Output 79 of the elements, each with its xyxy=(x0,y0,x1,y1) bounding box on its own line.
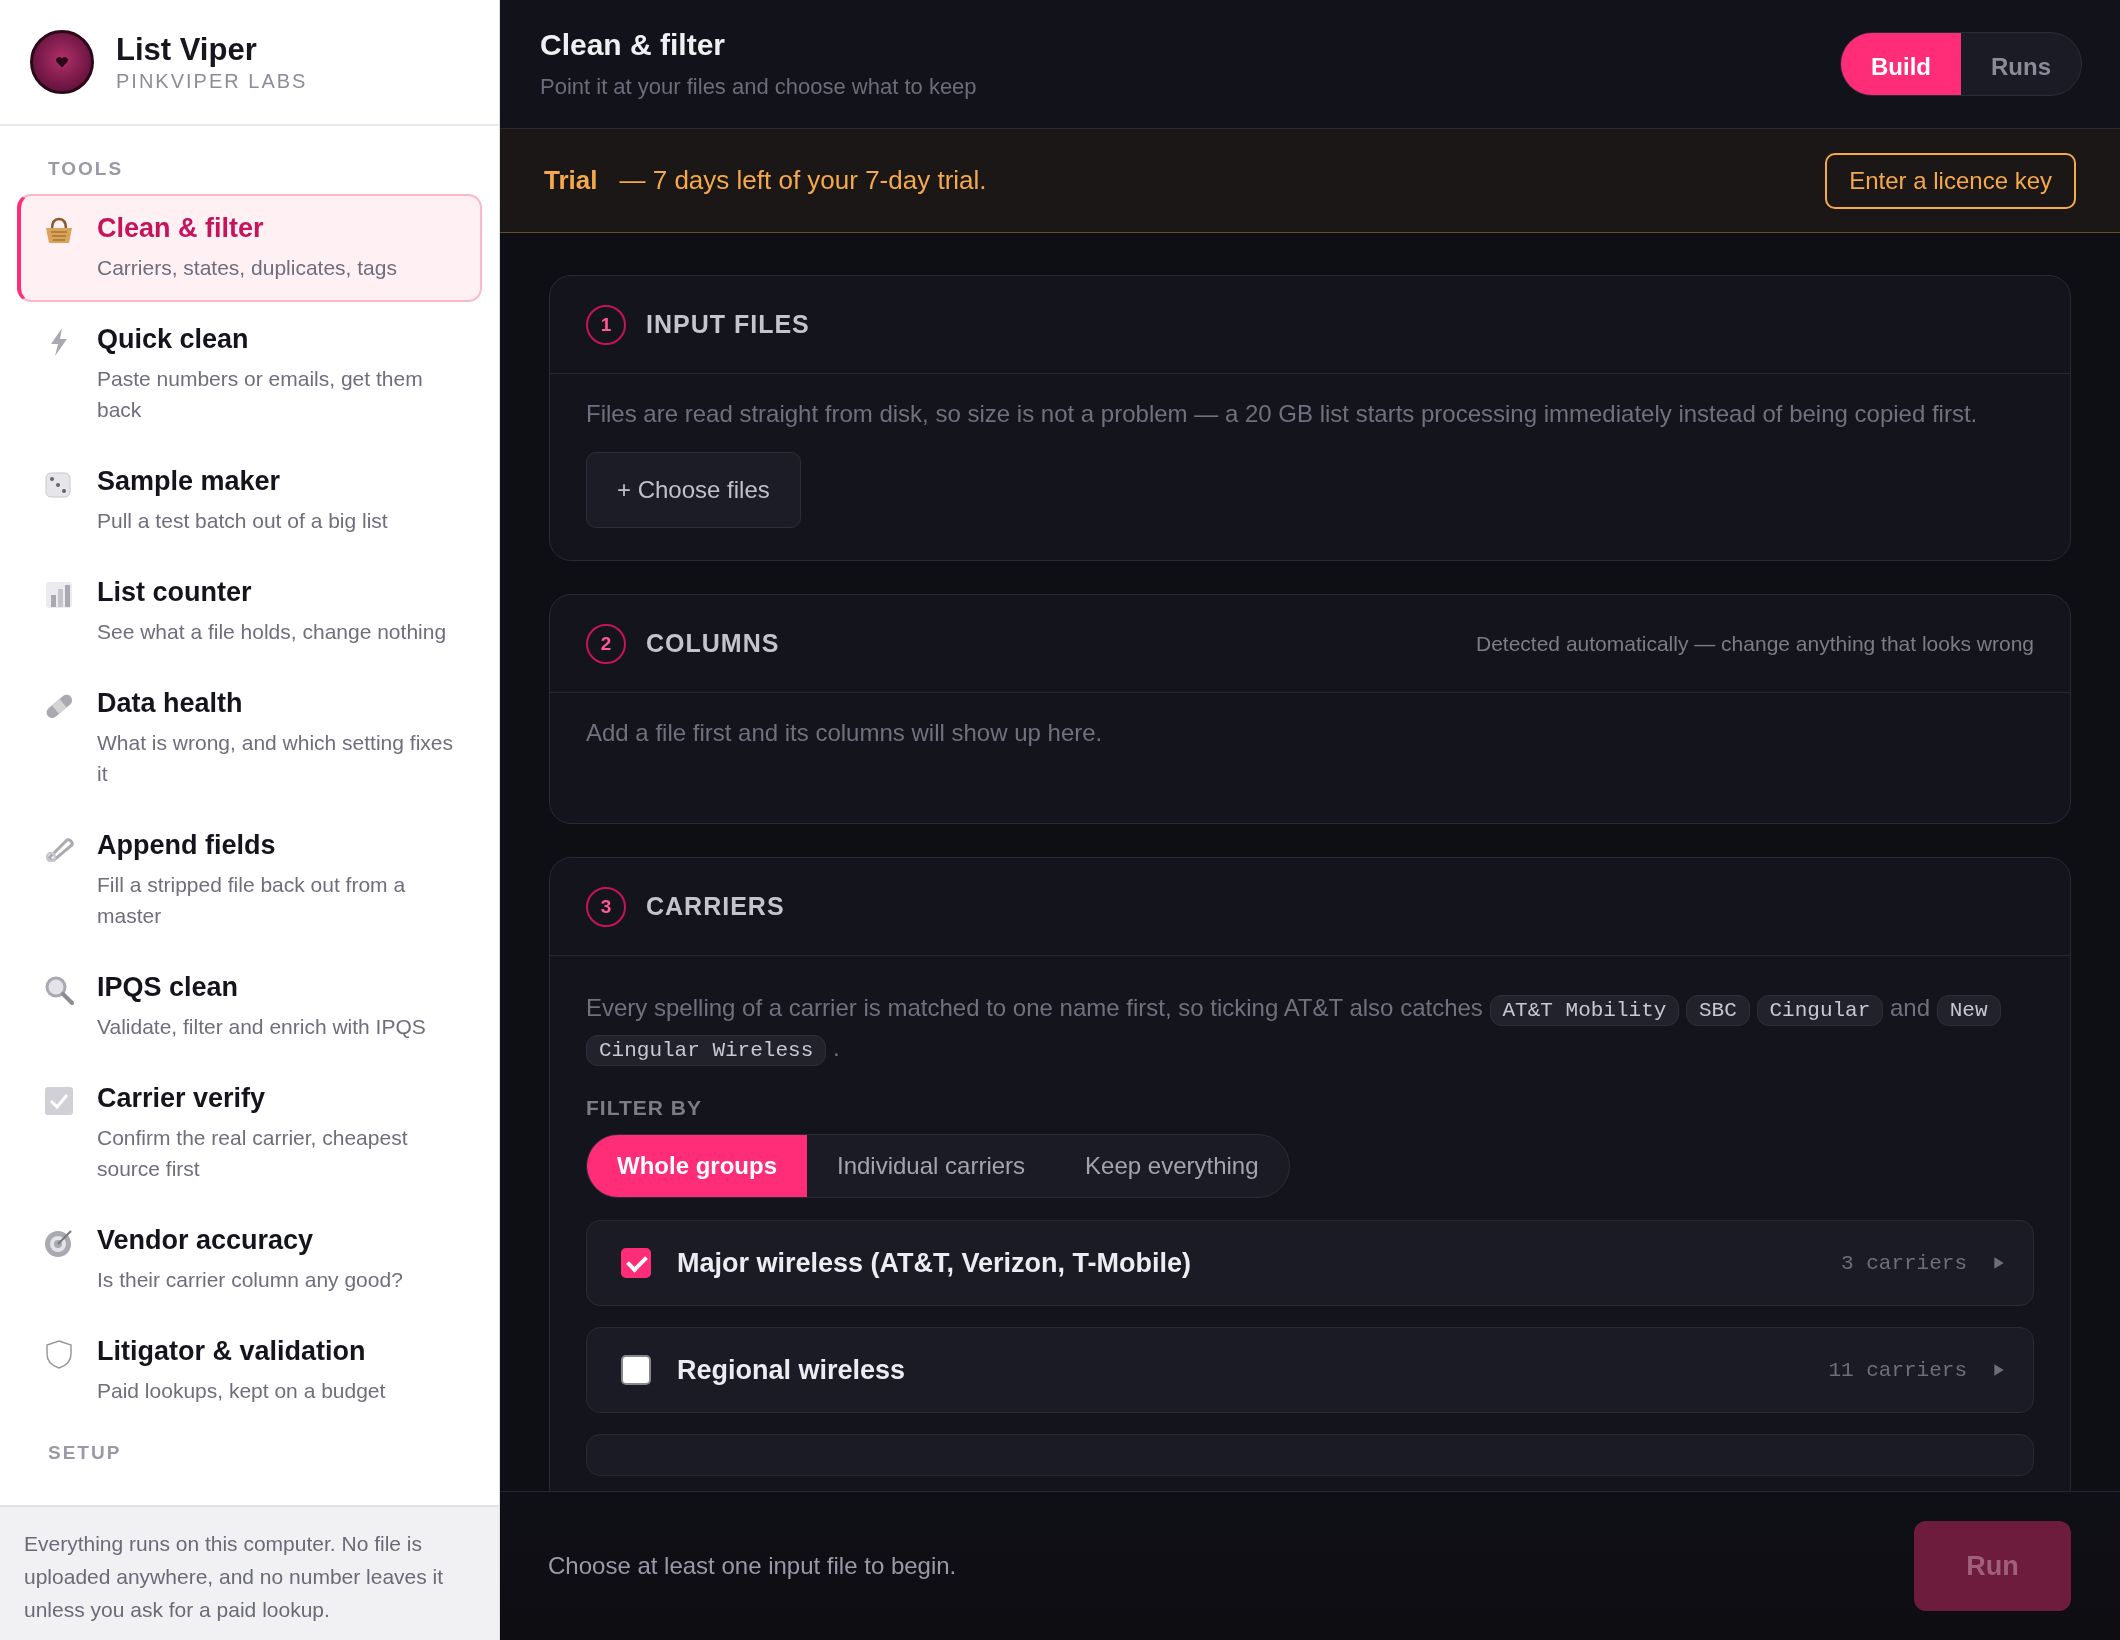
shield-icon xyxy=(43,1338,75,1370)
step-number: 2 xyxy=(586,623,626,664)
item-title: Quick clean xyxy=(97,324,250,355)
item-title: List counter xyxy=(97,577,253,608)
privacy-note: Everything runs on this computer. No file is uploaded anywhere, and no number leaves it unless you ask for a paid lookup. xyxy=(24,1531,445,1623)
item-title: Data health xyxy=(97,688,244,719)
page-subtitle: Point it at your files and choose what to keep xyxy=(540,74,977,100)
item-title: Clean & filter xyxy=(97,213,265,244)
filter-option[interactable]: Keep everything xyxy=(1055,1135,1289,1197)
carrier-count: 11 carriers xyxy=(1828,1358,1967,1382)
filter-label: FILTER BY xyxy=(586,1096,703,1120)
item-title: Sample maker xyxy=(97,466,282,497)
section-title: INPUT FILES xyxy=(646,310,810,339)
expand-arrow-icon[interactable] xyxy=(1993,1363,2005,1377)
carrier-group-row[interactable]: Regional wireless 11 carriers xyxy=(586,1327,2034,1413)
item-description: Paste numbers or emails, get them back xyxy=(97,366,424,423)
trial-message: — 7 days left of your 7-day trial. xyxy=(619,165,987,195)
filter-option[interactable]: Individual carriers xyxy=(807,1135,1056,1197)
sidebar-item[interactable]: Sample maker Pull a test batch out of a big list xyxy=(17,447,482,555)
bar-chart-icon xyxy=(43,579,75,611)
target-icon xyxy=(43,1227,75,1259)
carrier-alias-chip: SBC xyxy=(1686,995,1750,1026)
expand-arrow-icon[interactable] xyxy=(1993,1256,2005,1270)
mode-tab[interactable]: Runs xyxy=(1961,33,2081,95)
sidebar-item[interactable]: List counter See what a file holds, change nothing xyxy=(17,558,482,666)
group-name: Major wireless (AT&T, Verizon, T-Mobile) xyxy=(677,1247,1193,1279)
section-description: Add a file first and its columns will show up here. xyxy=(586,719,1104,747)
sidebar-item[interactable]: Vendor accuracy Is their carrier column any good? xyxy=(17,1206,482,1314)
item-description: Is their carrier column any good? xyxy=(97,1267,403,1293)
note-text: . xyxy=(832,1034,840,1061)
item-description: Fill a stripped file back out from a master xyxy=(97,872,407,929)
sidebar-item[interactable]: Data health What is wrong, and which setting fixes it xyxy=(17,669,482,808)
sidebar-item[interactable]: Litigator & validation Paid lookups, kept on a budget xyxy=(17,1317,482,1425)
section-hint: Detected automatically — change anything that looks wrong xyxy=(1476,631,2034,656)
carrier-alias-chip: Cingular xyxy=(1756,995,1884,1026)
search-icon xyxy=(43,974,75,1006)
step-number: 3 xyxy=(586,886,626,927)
sidebar-item[interactable]: Append fields Fill a stripped file back out from a master xyxy=(17,811,482,950)
checkbox-icon xyxy=(43,1085,75,1117)
sidebar-item[interactable]: Carrier verify Confirm the real carrier, cheapest source first xyxy=(17,1064,482,1203)
item-description: Pull a test batch out of a big list xyxy=(97,508,388,534)
item-title: Append fields xyxy=(97,830,277,861)
carrier-alias-chip: AT&T Mobility xyxy=(1489,995,1680,1026)
item-title: Vendor accuracy xyxy=(97,1225,315,1256)
sidebar-item[interactable]: IPQS clean Validate, filter and enrich with IPQS xyxy=(17,953,482,1061)
section-description: Files are read straight from disk, so size is not a problem — a 20 GB list starts processing immediately instead of being copied first. xyxy=(586,400,1979,428)
item-title: IPQS clean xyxy=(97,972,240,1003)
item-title: Litigator & validation xyxy=(97,1336,367,1367)
sidebar-item[interactable]: Clean & filter Carriers, states, duplicates, tags xyxy=(17,194,482,302)
group-name: Regional wireless xyxy=(677,1354,907,1386)
step-number: 1 xyxy=(586,304,626,345)
carrier-group-row[interactable]: Major wireless (AT&T, Verizon, T-Mobile) 3 carriers xyxy=(586,1220,2034,1306)
filter-option[interactable]: Whole groups xyxy=(587,1135,807,1197)
item-description: See what a file holds, change nothing xyxy=(97,619,447,645)
item-description: Confirm the real carrier, cheapest source first xyxy=(97,1125,409,1182)
note-text: and xyxy=(1890,994,1931,1021)
item-description: What is wrong, and which setting fixes it xyxy=(97,730,454,787)
item-description: Carriers, states, duplicates, tags xyxy=(97,255,397,281)
page-title: Clean & filter xyxy=(540,28,727,62)
sidebar-item[interactable]: Quick clean Paste numbers or emails, get them back xyxy=(17,305,482,444)
trial-label: Trial xyxy=(544,165,598,195)
item-description: Paid lookups, kept on a budget xyxy=(97,1378,386,1404)
app-name: List Viper xyxy=(116,31,258,68)
carrier-count: 3 carriers xyxy=(1840,1251,1967,1275)
section-title: CARRIERS xyxy=(646,892,785,921)
company-name: PINKVIPER LABS xyxy=(116,69,308,93)
status-message: Choose at least one input file to begin. xyxy=(548,1552,957,1580)
section-label: SETUP xyxy=(47,1441,123,1465)
section-title: COLUMNS xyxy=(646,629,780,658)
checkbox[interactable] xyxy=(621,1248,651,1278)
item-title: Carrier verify xyxy=(97,1083,267,1114)
section-label: TOOLS xyxy=(47,157,125,181)
note-text: Every spelling of a carrier is matched to one name first, so ticking AT&T also catches xyxy=(586,994,1483,1021)
item-description: Validate, filter and enrich with IPQS xyxy=(97,1014,426,1040)
licence-key-button[interactable]: Enter a licence key xyxy=(1825,152,2076,209)
app-logo-icon xyxy=(30,30,94,94)
choose-files-button[interactable]: + Choose files xyxy=(586,452,801,528)
checkbox[interactable] xyxy=(621,1355,651,1385)
mode-tab[interactable]: Build xyxy=(1841,33,1961,95)
